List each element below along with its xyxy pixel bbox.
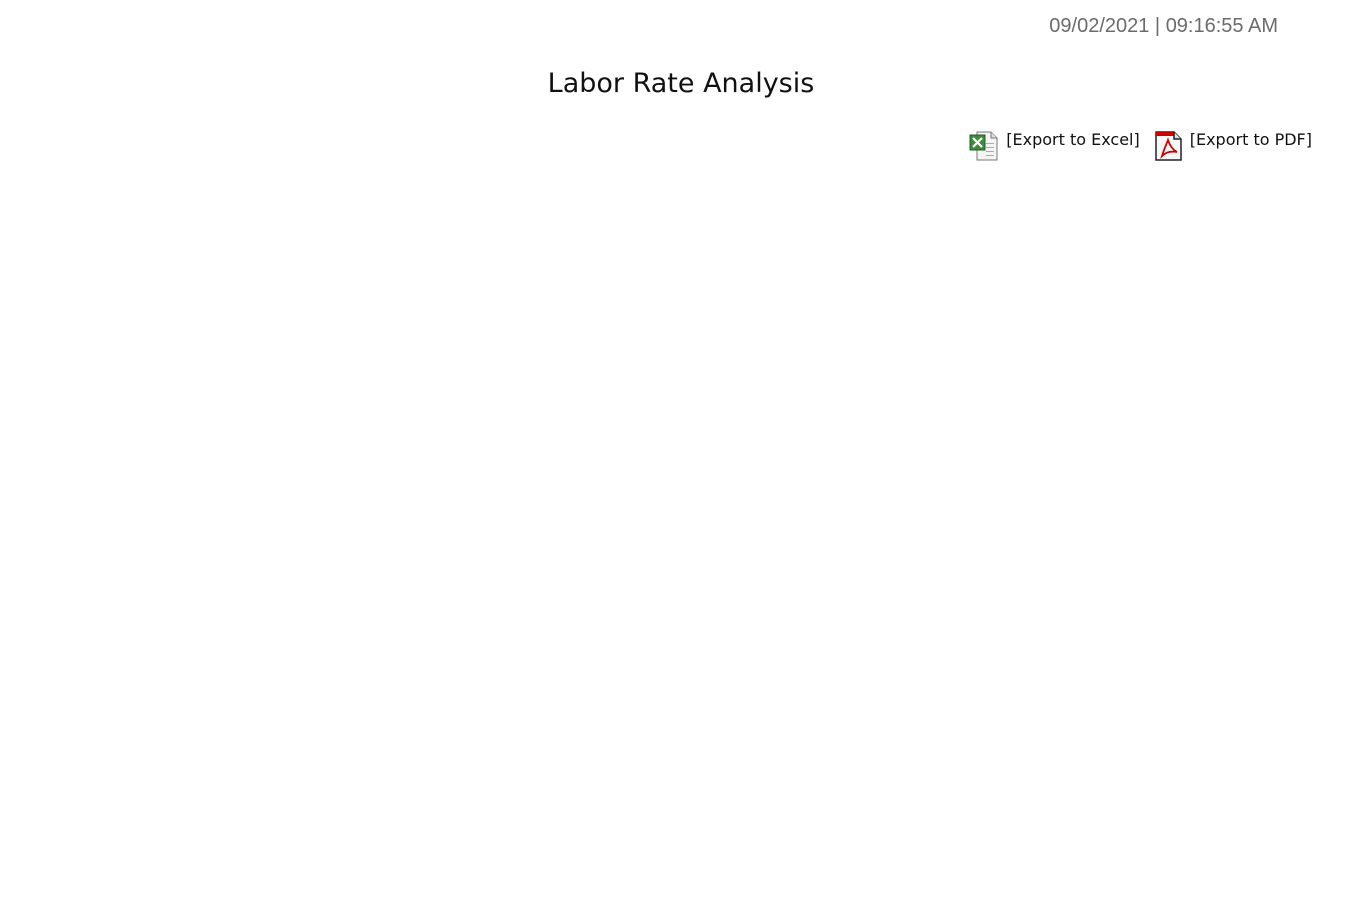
pdf-file-icon [1152,129,1184,161]
report-timestamp: 09/02/2021 | 09:16:55 AM [1049,15,1278,37]
page-title: Labor Rate Analysis [547,68,815,99]
export-toolbar: [Export to Excel] [Export to PDF] [968,129,1312,161]
export-pdf-label: [Export to PDF] [1189,130,1312,149]
export-pdf-link[interactable]: [Export to PDF] [1152,129,1312,161]
export-excel-link[interactable]: [Export to Excel] [968,129,1140,161]
export-excel-label: [Export to Excel] [1006,130,1140,149]
excel-file-icon [968,129,1000,161]
